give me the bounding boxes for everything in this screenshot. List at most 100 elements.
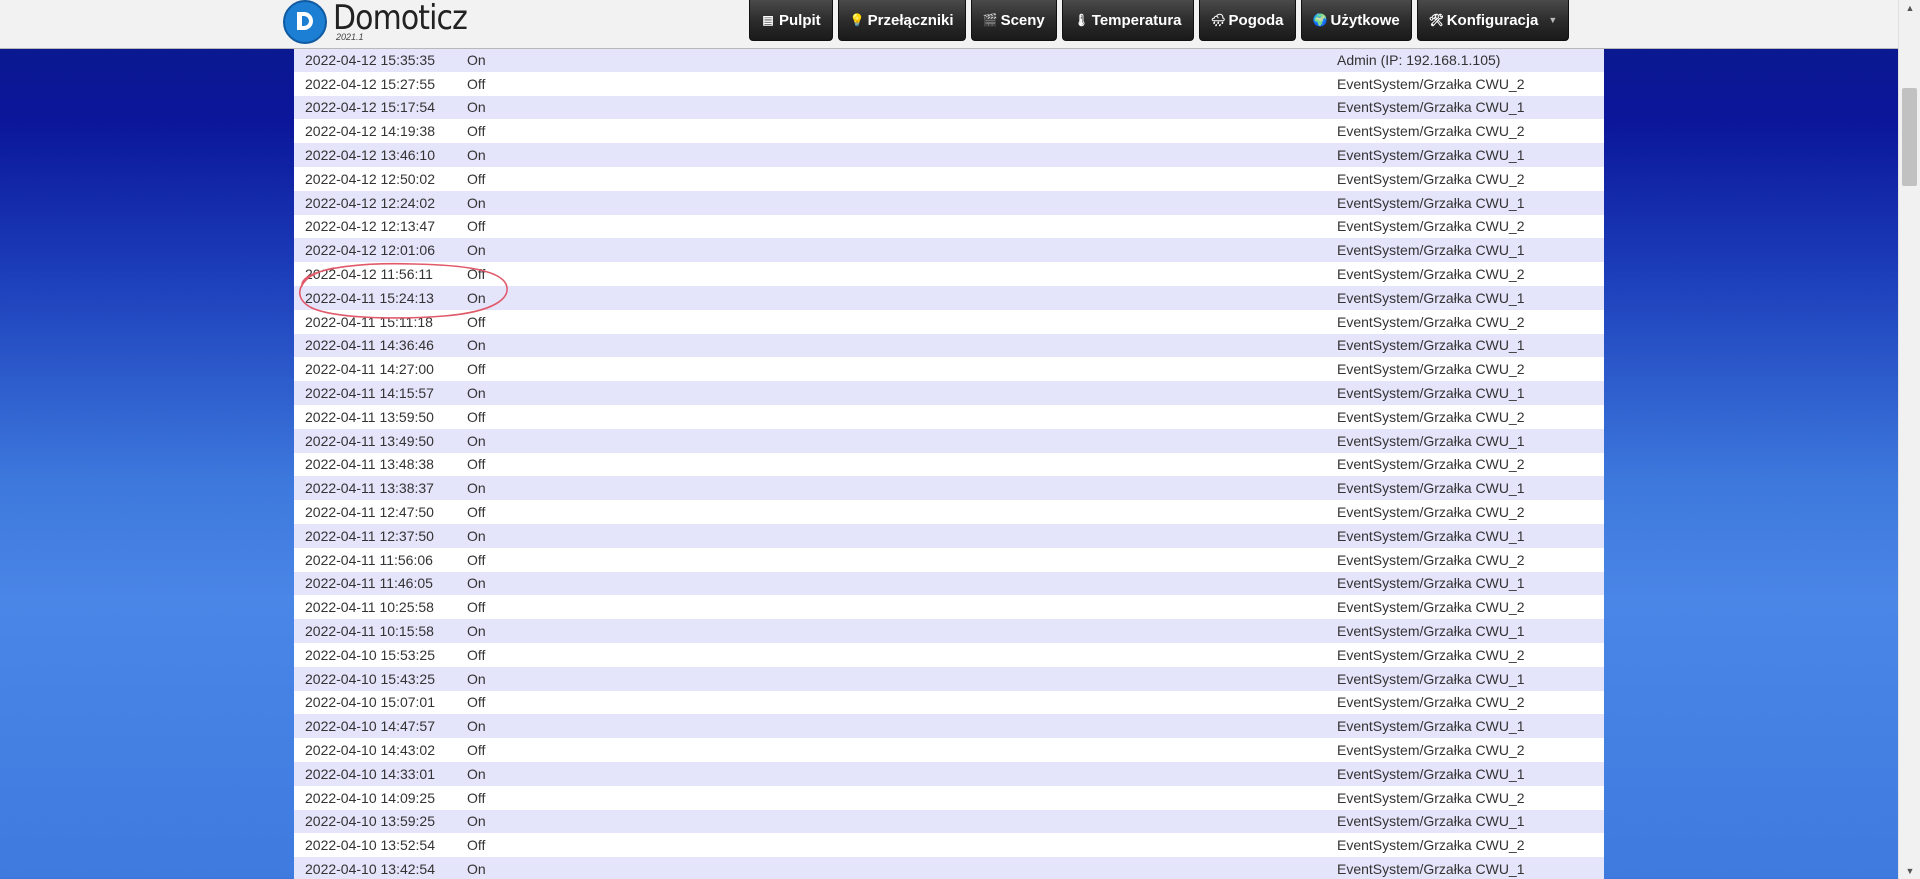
table-row: 2022-04-12 13:46:10 On EventSystem/Grzałka… — [294, 143, 1604, 167]
log-state-cell: On — [467, 143, 1337, 167]
nav-button-label: Przełączniki — [867, 11, 954, 29]
table-row: 2022-04-11 11:56:06 Off EventSystem/Grzałk… — [294, 547, 1604, 572]
page-scrollbar[interactable]: ▲ ▼ — [1898, 0, 1920, 879]
log-date-cell: 2022-04-11 15:11:18 — [294, 309, 467, 334]
log-user-cell: EventSystem/Grzałka CWU_1 — [1337, 238, 1604, 263]
log-user-cell: EventSystem/Grzałka CWU_1 — [1337, 143, 1604, 167]
log-user-cell: EventSystem/Grzałka CWU_1 — [1337, 714, 1604, 739]
lightbulb-icon: 💡 — [849, 13, 865, 27]
log-date-cell: 2022-04-12 14:19:38 — [294, 119, 467, 144]
chevron-down-icon: ▼ — [1548, 15, 1558, 25]
table-row: 2022-04-10 15:43:25 On EventSystem/Grzałka… — [294, 666, 1604, 691]
table-row: 2022-04-11 14:36:46 On EventSystem/Grzałka… — [294, 333, 1604, 358]
log-state-cell: On — [467, 381, 1337, 405]
log-user-cell: EventSystem/Grzałka CWU_1 — [1337, 428, 1604, 453]
log-date-cell: 2022-04-12 12:24:02 — [294, 190, 467, 215]
table-row: 2022-04-12 15:27:55 Off EventSystem/Grzałk… — [294, 71, 1604, 96]
log-date-cell: 2022-04-11 12:47:50 — [294, 500, 467, 524]
log-date-cell: 2022-04-11 10:15:58 — [294, 619, 467, 643]
app-version: 2021.1 — [336, 32, 364, 42]
table-row: 2022-04-10 14:09:25 Off EventSystem/Grzałk… — [294, 785, 1604, 810]
thermometer-icon: 🌡 — [1073, 13, 1089, 27]
log-state-cell: On — [467, 857, 1337, 879]
log-state-cell: Off — [467, 119, 1337, 144]
log-user-cell: EventSystem/Grzałka CWU_1 — [1337, 476, 1604, 501]
log-state-cell: On — [467, 238, 1337, 263]
log-state-cell: Off — [467, 404, 1337, 429]
log-state-cell: On — [467, 428, 1337, 453]
log-date-cell: 2022-04-11 13:38:37 — [294, 476, 467, 501]
table-row: 2022-04-12 12:01:06 On EventSystem/Grzałka… — [294, 238, 1604, 263]
log-state-cell: On — [467, 333, 1337, 358]
log-user-cell: EventSystem/Grzałka CWU_2 — [1337, 642, 1604, 667]
log-user-cell: EventSystem/Grzałka CWU_1 — [1337, 333, 1604, 358]
log-date-cell: 2022-04-10 13:42:54 — [294, 857, 467, 879]
log-state-cell: Off — [467, 595, 1337, 620]
log-date-cell: 2022-04-12 12:13:47 — [294, 214, 467, 239]
table-row: 2022-04-11 13:49:50 On EventSystem/Grzałka… — [294, 428, 1604, 453]
utility-icon: 🌍 — [1312, 13, 1328, 27]
log-state-cell: On — [467, 761, 1337, 786]
log-state-cell: On — [467, 95, 1337, 120]
nav-button-label: Pulpit — [779, 11, 821, 29]
log-user-cell: EventSystem/Grzałka CWU_1 — [1337, 285, 1604, 310]
nav-button-pogoda[interactable]: 🌧 Pogoda — [1198, 0, 1296, 41]
log-user-cell: EventSystem/Grzałka CWU_2 — [1337, 785, 1604, 810]
log-user-cell: EventSystem/Grzałka CWU_2 — [1337, 500, 1604, 524]
nav-button-prze-czniki[interactable]: 💡 Przełączniki — [837, 0, 966, 41]
log-state-cell: On — [467, 285, 1337, 310]
table-row: 2022-04-11 13:38:37 On EventSystem/Grzałka… — [294, 476, 1604, 501]
nav-button-temperatura[interactable]: 🌡 Temperatura — [1061, 0, 1194, 41]
table-row: 2022-04-12 12:24:02 On EventSystem/Grzałka… — [294, 190, 1604, 215]
log-date-cell: 2022-04-11 13:48:38 — [294, 452, 467, 477]
nav-button-label: Pogoda — [1228, 11, 1284, 29]
table-row: 2022-04-11 12:47:50 Off EventSystem/Grzałk… — [294, 500, 1604, 524]
nav-button-sceny[interactable]: 🎬 Sceny — [970, 0, 1057, 41]
nav-button-label: Użytkowe — [1330, 11, 1400, 29]
table-row: 2022-04-10 14:33:01 On EventSystem/Grzałka… — [294, 761, 1604, 786]
log-user-cell: EventSystem/Grzałka CWU_1 — [1337, 95, 1604, 120]
log-user-cell: EventSystem/Grzałka CWU_2 — [1337, 690, 1604, 715]
table-row: 2022-04-11 15:24:13 On EventSystem/Grzałka… — [294, 285, 1604, 310]
table-row: 2022-04-11 10:15:58 On EventSystem/Grzałka… — [294, 619, 1604, 643]
log-state-cell: On — [467, 48, 1337, 72]
scroll-down-arrow-icon[interactable]: ▼ — [1899, 863, 1920, 879]
log-date-cell: 2022-04-12 13:46:10 — [294, 143, 467, 167]
log-state-cell: On — [467, 190, 1337, 215]
table-row: 2022-04-12 15:17:54 On EventSystem/Grzałka… — [294, 95, 1604, 120]
log-state-cell: On — [467, 476, 1337, 501]
table-row: 2022-04-11 14:27:00 Off EventSystem/Grzałk… — [294, 357, 1604, 382]
nav-button-label: Temperatura — [1091, 11, 1182, 29]
nav-button-pulpit[interactable]: ▤ Pulpit — [749, 0, 833, 41]
table-row: 2022-04-11 12:37:50 On EventSystem/Grzałka… — [294, 523, 1604, 548]
log-user-cell: EventSystem/Grzałka CWU_1 — [1337, 571, 1604, 596]
scrollbar-thumb[interactable] — [1902, 88, 1917, 186]
table-row: 2022-04-11 14:15:57 On EventSystem/Grzałka… — [294, 381, 1604, 405]
weather-icon: 🌧 — [1210, 13, 1226, 27]
table-row: 2022-04-10 14:43:02 Off EventSystem/Grzałk… — [294, 738, 1604, 762]
table-row: 2022-04-11 13:59:50 Off EventSystem/Grzałk… — [294, 404, 1604, 429]
log-date-cell: 2022-04-10 15:07:01 — [294, 690, 467, 715]
log-state-cell: Off — [467, 71, 1337, 96]
log-date-cell: 2022-04-10 13:52:54 — [294, 833, 467, 858]
log-user-cell: EventSystem/Grzałka CWU_2 — [1337, 309, 1604, 334]
nav-button-konfiguracja[interactable]: 🛠 Konfiguracja ▼ — [1416, 0, 1570, 41]
log-user-cell: EventSystem/Grzałka CWU_2 — [1337, 214, 1604, 239]
log-state-cell: On — [467, 523, 1337, 548]
table-row: 2022-04-10 15:53:25 Off EventSystem/Grzałk… — [294, 642, 1604, 667]
log-user-cell: EventSystem/Grzałka CWU_2 — [1337, 595, 1604, 620]
log-date-cell: 2022-04-10 14:47:57 — [294, 714, 467, 739]
log-state-cell: On — [467, 571, 1337, 596]
nav-button-u-ytkowe[interactable]: 🌍 Użytkowe — [1300, 0, 1412, 41]
log-state-cell: Off — [467, 642, 1337, 667]
log-state-cell: Off — [467, 166, 1337, 191]
log-user-cell: EventSystem/Grzałka CWU_2 — [1337, 119, 1604, 144]
tools-icon: 🛠 — [1428, 13, 1444, 27]
log-state-cell: Off — [467, 214, 1337, 239]
scroll-up-arrow-icon[interactable]: ▲ — [1899, 0, 1920, 16]
clapperboard-icon: 🎬 — [982, 13, 998, 27]
log-date-cell: 2022-04-10 14:33:01 — [294, 761, 467, 786]
log-date-cell: 2022-04-11 11:46:05 — [294, 571, 467, 596]
top-navbar: Domoticz 2021.1 ▤ Pulpit 💡 Przełączniki 🎬 Sce… — [0, 0, 1898, 49]
log-state-cell: On — [467, 666, 1337, 691]
